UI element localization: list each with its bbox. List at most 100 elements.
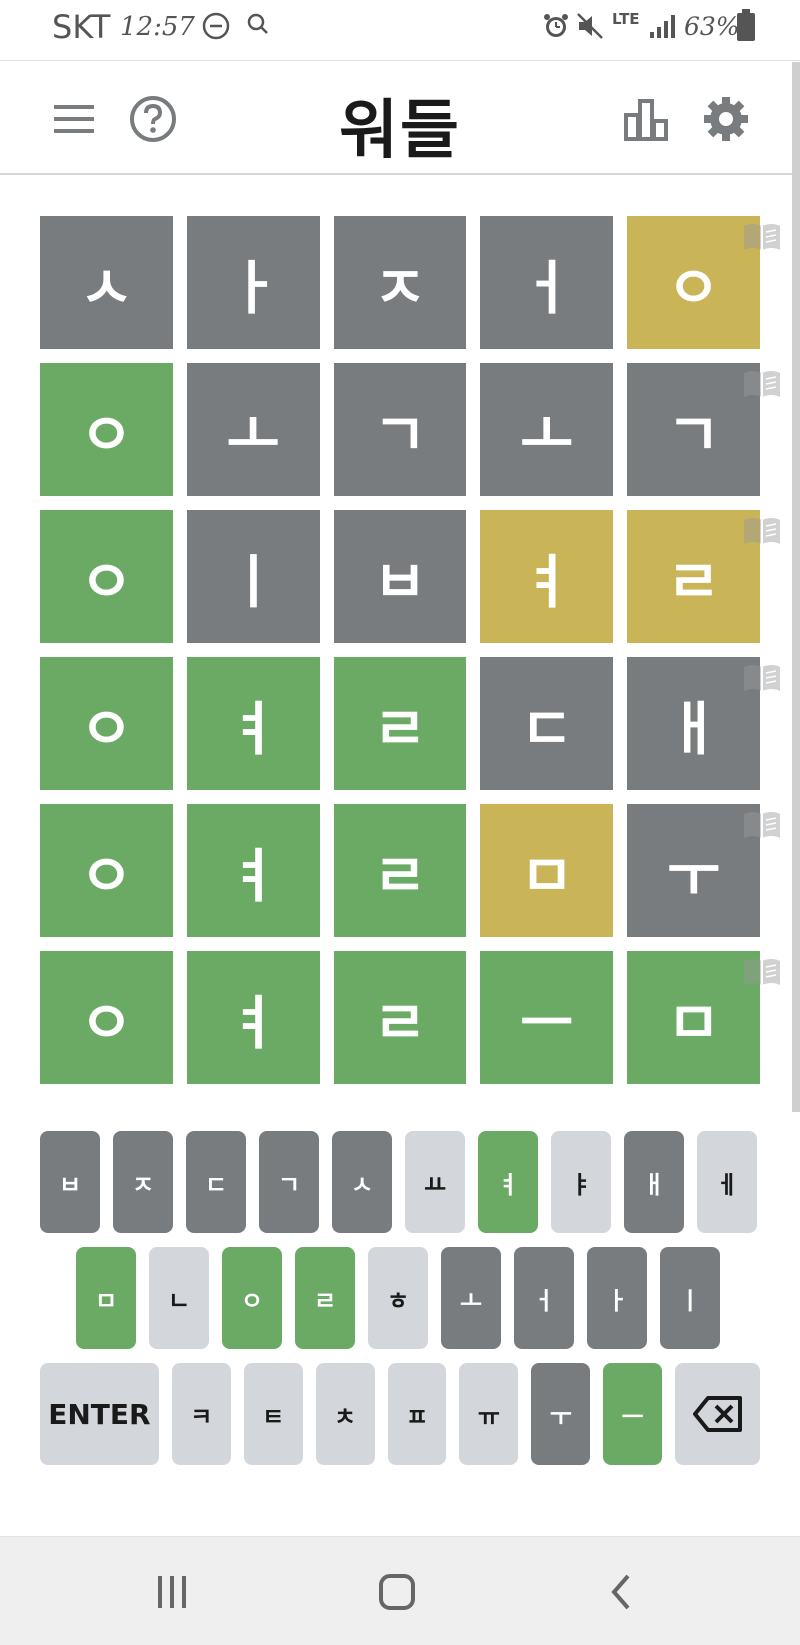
keyboard-key[interactable]: ㅜ (531, 1363, 591, 1465)
keyboard-key[interactable]: ㄹ (295, 1247, 355, 1349)
book-icon[interactable] (742, 222, 782, 252)
board-tile: ㅂ (333, 510, 467, 643)
settings-button[interactable] (698, 91, 754, 147)
board-tile: ㅏ (186, 216, 320, 349)
battery-icon (737, 9, 755, 41)
keyboard-key[interactable]: ㅅ (332, 1131, 392, 1233)
board-tile: ㅡ (480, 951, 614, 1084)
board-tile: ㅕ (186, 804, 320, 937)
board-tile: ㄹ (333, 804, 467, 937)
board-row: ㅇㅣㅂㅕㄹ (40, 510, 780, 643)
page-scrollbar[interactable] (792, 62, 800, 1112)
bar-chart-icon (624, 99, 668, 141)
home-icon (379, 1574, 415, 1610)
book-icon[interactable] (742, 810, 782, 840)
on-screen-keyboard: ㅂㅈㄷㄱㅅㅛㅕㅑㅐㅔ ㅁㄴㅇㄹㅎㅗㅓㅏㅣ ENTER ㅋㅌㅊㅍㅠㅜㅡ (40, 1131, 761, 1479)
board-row: ㅇㅕㄹㅁㅜ (40, 804, 780, 937)
keyboard-row-2: ㅁㄴㅇㄹㅎㅗㅓㅏㅣ (40, 1247, 760, 1349)
board-tile: ㅓ (480, 216, 614, 349)
keyboard-key[interactable]: ㅇ (222, 1247, 282, 1349)
status-bar: SKT 12:57 LTE 63% (0, 0, 800, 58)
keyboard-key[interactable]: ㅑ (551, 1131, 611, 1233)
keyboard-key[interactable]: ㄴ (149, 1247, 209, 1349)
board-row: ㅇㅕㄹㅡㅁ (40, 951, 780, 1084)
board-tile: ㅈ (333, 216, 467, 349)
board-tile: ㅇ (40, 363, 173, 496)
keyboard-key[interactable]: ㅁ (76, 1247, 136, 1349)
keyboard-key[interactable]: ㅕ (478, 1131, 538, 1233)
carrier-label: SKT (52, 8, 111, 46)
keyboard-key[interactable]: ㄷ (186, 1131, 246, 1233)
keyboard-row-1: ㅂㅈㄷㄱㅅㅛㅕㅑㅐㅔ (40, 1131, 760, 1233)
board-row: ㅅㅏㅈㅓㅇ (40, 216, 780, 349)
keyboard-key[interactable]: ㅓ (514, 1247, 574, 1349)
board-row: ㅇㅕㄹㄷㅐ (40, 657, 780, 790)
home-button[interactable] (367, 1567, 427, 1617)
board-tile: ㄱ (333, 363, 467, 496)
clock: 12:57 (120, 12, 195, 42)
board-tile: ㄹ (627, 510, 760, 643)
backspace-icon (692, 1396, 742, 1432)
keyboard-key[interactable]: ㅣ (660, 1247, 720, 1349)
keyboard-key[interactable]: ㅊ (315, 1363, 375, 1465)
alarm-icon (542, 12, 570, 46)
keyboard-row-3: ENTER ㅋㅌㅊㅍㅠㅜㅡ (40, 1363, 761, 1465)
keyboard-key[interactable]: ㅛ (405, 1131, 465, 1233)
board-tile: ㄱ (627, 363, 760, 496)
board-tile: ㅕ (186, 951, 320, 1084)
board-tile: ㄹ (333, 657, 467, 790)
recent-apps-button[interactable] (142, 1567, 202, 1617)
keyboard-key[interactable]: ㅔ (697, 1131, 757, 1233)
board-tile: ㅕ (186, 657, 320, 790)
board-tile: ㄹ (333, 951, 467, 1084)
page-title: 워들 (339, 94, 461, 168)
keyboard-key[interactable]: ㅠ (459, 1363, 519, 1465)
board-tile: ㅁ (627, 951, 760, 1084)
keyboard-key[interactable]: ㅡ (603, 1363, 663, 1465)
board-tile: ㅕ (480, 510, 614, 643)
board-tile: ㅇ (40, 510, 173, 643)
board-tile: ㅜ (627, 804, 760, 937)
book-icon[interactable] (742, 516, 782, 546)
game-board: ㅅㅏㅈㅓㅇㅇㅗㄱㅗㄱㅇㅣㅂㅕㄹㅇㅕㄹㄷㅐㅇㅕㄹㅁㅜㅇㅕㄹㅡㅁ (40, 216, 780, 1098)
keyboard-key[interactable]: ㅍ (387, 1363, 447, 1465)
keyboard-key[interactable]: ㅎ (368, 1247, 428, 1349)
board-tile: ㅇ (627, 216, 760, 349)
system-nav-bar (0, 1536, 800, 1645)
recent-apps-icon (158, 1576, 186, 1608)
board-tile: ㅇ (40, 804, 173, 937)
keyboard-key[interactable]: ㅈ (113, 1131, 173, 1233)
board-tile: ㅇ (40, 951, 173, 1084)
board-tile: ㅅ (40, 216, 173, 349)
keyboard-key[interactable]: ㅐ (624, 1131, 684, 1233)
board-tile: ㅐ (627, 657, 760, 790)
do-not-disturb-icon (202, 12, 230, 46)
keyboard-key[interactable]: ㅋ (171, 1363, 231, 1465)
signal-icon (648, 12, 676, 46)
backspace-key[interactable] (675, 1363, 761, 1465)
back-button[interactable] (592, 1567, 652, 1617)
network-type: LTE (612, 10, 640, 28)
search-icon (246, 12, 270, 42)
board-tile: ㅗ (480, 363, 614, 496)
board-tile: ㄷ (480, 657, 614, 790)
keyboard-key[interactable]: ㄱ (259, 1131, 319, 1233)
keyboard-key[interactable]: ㅗ (441, 1247, 501, 1349)
board-tile: ㅣ (186, 510, 320, 643)
mute-icon (576, 12, 606, 46)
gear-icon (704, 97, 748, 141)
enter-key[interactable]: ENTER (40, 1363, 159, 1465)
board-tile: ㅗ (186, 363, 320, 496)
book-icon[interactable] (742, 957, 782, 987)
book-icon[interactable] (742, 369, 782, 399)
back-arrow-icon (611, 1574, 630, 1610)
board-row: ㅇㅗㄱㅗㄱ (40, 363, 780, 496)
keyboard-key[interactable]: ㅏ (587, 1247, 647, 1349)
keyboard-key[interactable]: ㅌ (243, 1363, 303, 1465)
app-header: 워들 (0, 60, 800, 175)
battery-percent: 63% (684, 12, 740, 41)
stats-button[interactable] (618, 91, 674, 147)
keyboard-key[interactable]: ㅂ (40, 1131, 100, 1233)
book-icon[interactable] (742, 663, 782, 693)
board-tile: ㅇ (40, 657, 173, 790)
